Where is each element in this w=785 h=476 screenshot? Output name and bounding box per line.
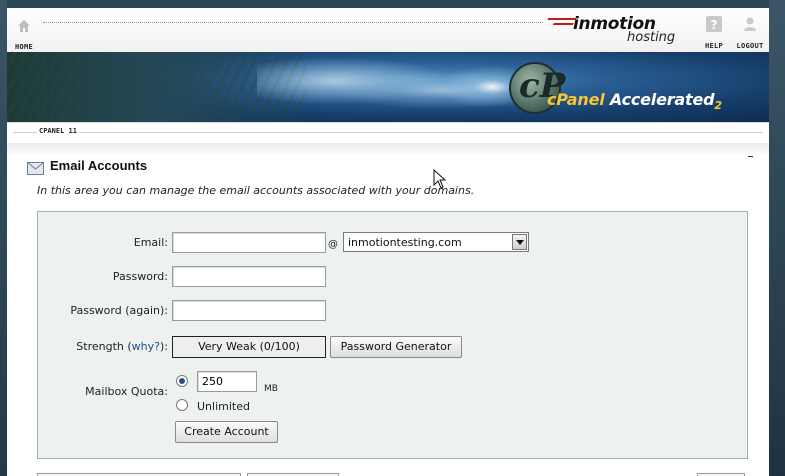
at-sign: @ [328, 239, 338, 250]
strength-close-paren: ): [160, 340, 168, 353]
collapse-mark[interactable] [748, 156, 753, 157]
email-label: Email: [133, 236, 168, 249]
window-frame-right [769, 0, 785, 476]
logout-link[interactable]: LOGOUT [733, 15, 767, 52]
version-bar: CPANEL 11 [7, 122, 769, 140]
cpanel-version-mark: 2 [714, 99, 722, 113]
email-input[interactable] [172, 232, 326, 253]
domain-select[interactable]: inmotiontesting.com [343, 232, 529, 252]
quota-input[interactable] [197, 371, 257, 392]
section-separator [7, 143, 769, 155]
version-bar-line [13, 132, 763, 133]
create-account-button[interactable]: Create Account [175, 421, 278, 443]
strength-why-link[interactable]: why? [132, 340, 160, 353]
password-again-input[interactable] [172, 300, 326, 321]
mailbox-quota-label: Mailbox Quota: [85, 385, 168, 398]
envelope-icon [27, 162, 44, 175]
password-input[interactable] [172, 266, 326, 287]
help-icon: ? [706, 16, 722, 32]
dropdown-arrow-icon[interactable] [512, 234, 527, 250]
logo-swoosh-small [552, 23, 574, 26]
svg-text:?: ? [711, 18, 718, 32]
page-intro: In this area you can manage the email ac… [37, 184, 475, 197]
add-email-form: Email: @ inmotiontesting.com Password: P… [37, 211, 748, 459]
dotted-divider [43, 22, 543, 23]
logout-label: LOGOUT [736, 42, 764, 50]
cpanel-page: HOME inmotion hosting ? HELP LOGOUT cP c… [7, 8, 769, 476]
cpanel-banner: cP cPanel Accelerated2 [7, 52, 769, 122]
cpanel-name-text: cPanel [547, 90, 605, 109]
domain-select-value: inmotiontesting.com [348, 236, 462, 249]
home-link[interactable]: HOME [11, 18, 37, 53]
quota-value-radio[interactable] [176, 375, 188, 387]
strength-label-group: Strength (why?): [48, 340, 168, 353]
help-link[interactable]: ? HELP [700, 15, 728, 52]
window-frame-left [0, 0, 7, 476]
strength-label: Strength [76, 340, 124, 353]
logo-sub-text: hosting [627, 30, 676, 45]
quota-unlimited-radio[interactable] [176, 399, 188, 411]
user-icon [744, 17, 756, 31]
home-icon [18, 20, 30, 32]
page-title: Email Accounts [50, 158, 148, 173]
quota-unlimited-label: Unlimited [197, 400, 250, 413]
password-strength-meter: Very Weak (0/100) [172, 336, 326, 358]
help-label: HELP [704, 42, 724, 50]
password-again-label: Password (again): [70, 304, 168, 317]
inmotion-logo[interactable]: inmotion hosting [545, 14, 687, 50]
password-label: Password: [112, 270, 168, 283]
quota-unit: MB [264, 384, 278, 394]
home-label: HOME [14, 43, 34, 51]
cpanel-accent-text: Accelerated [609, 90, 715, 109]
version-tag: CPANEL 11 [37, 127, 79, 135]
mouse-cursor-icon [433, 169, 447, 189]
cpanel-accelerated-logo: cPanel Accelerated2 [547, 90, 722, 112]
password-generator-button[interactable]: Password Generator [330, 336, 462, 358]
top-nav-bar: HOME inmotion hosting ? HELP LOGOUT [7, 8, 769, 52]
